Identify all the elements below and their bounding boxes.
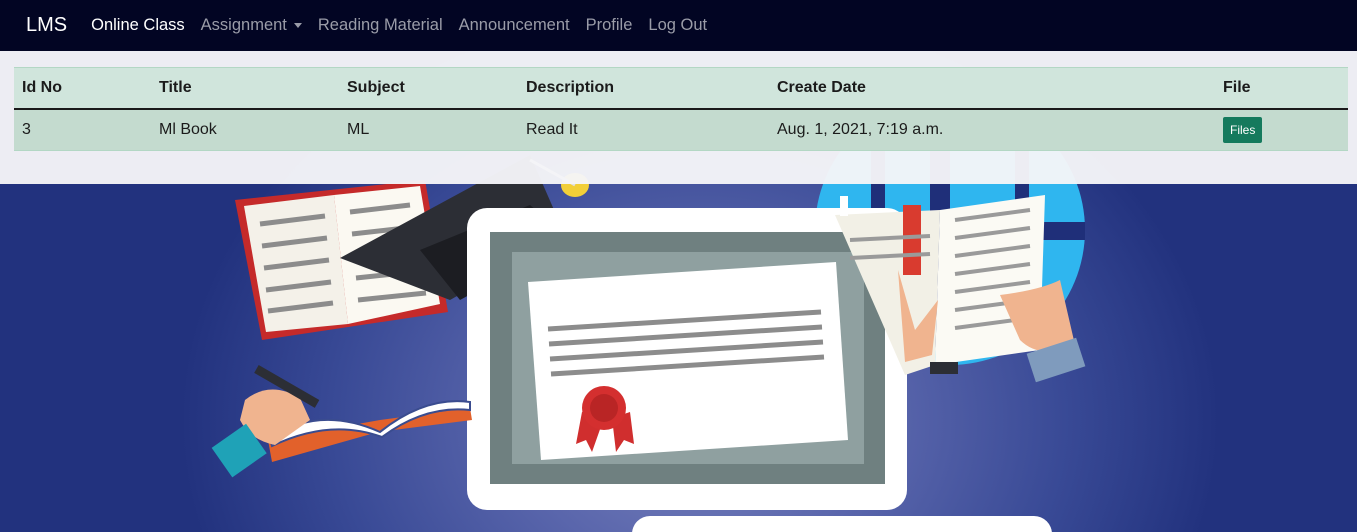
column-header-id: Id No — [14, 67, 151, 110]
cell-id: 3 — [14, 109, 151, 151]
cell-subject: ML — [339, 109, 518, 151]
online-class-table: Id No Title Subject Description Create D… — [14, 67, 1348, 151]
cell-title: Ml Book — [151, 109, 339, 151]
cell-description: Read It — [518, 109, 769, 151]
nav-reading-material[interactable]: Reading Material — [318, 16, 443, 35]
nav-online-class-label: Online Class — [91, 16, 185, 34]
nav-announcement-label: Announcement — [458, 16, 570, 34]
table-header-row: Id No Title Subject Description Create D… — [14, 67, 1348, 110]
files-button[interactable]: Files — [1223, 117, 1263, 143]
column-header-subject: Subject — [339, 67, 518, 110]
table-row: 3 Ml Book ML Read It Aug. 1, 2021, 7:19 … — [14, 109, 1348, 151]
column-header-description: Description — [518, 67, 769, 110]
nav-reading-material-label: Reading Material — [317, 16, 443, 34]
certificate-icon — [467, 208, 907, 510]
nav-profile-label: Profile — [585, 16, 633, 34]
nav-profile[interactable]: Profile — [586, 16, 633, 35]
content-panel: Id No Title Subject Description Create D… — [0, 51, 1357, 184]
nav-log-out-label: Log Out — [648, 16, 708, 34]
column-header-title: Title — [151, 67, 339, 110]
column-header-file: File — [1215, 67, 1348, 110]
top-navbar: LMS Online Class Assignment Reading Mate… — [0, 0, 1357, 51]
nav-assignment-label: Assignment — [200, 16, 287, 34]
pen-icon — [211, 365, 472, 478]
column-header-create-date: Create Date — [769, 67, 1215, 110]
nav-assignment-dropdown[interactable]: Assignment — [201, 16, 302, 35]
nav-online-class[interactable]: Online Class — [91, 16, 185, 35]
nav-announcement[interactable]: Announcement — [459, 16, 570, 35]
nav-log-out[interactable]: Log Out — [648, 16, 707, 35]
brand-logo[interactable]: LMS — [26, 14, 67, 37]
cell-create-date: Aug. 1, 2021, 7:19 a.m. — [769, 109, 1215, 151]
chevron-down-icon — [293, 23, 302, 28]
cell-file: Files — [1215, 109, 1348, 151]
